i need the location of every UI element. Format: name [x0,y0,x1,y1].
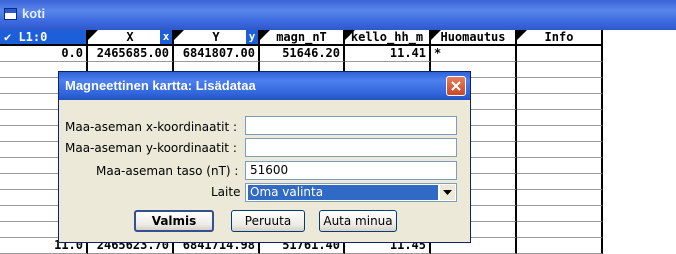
table-cell[interactable]: * [431,46,517,62]
table-cell[interactable]: 0.0 [0,46,88,62]
column-header-label: L1:0 [18,30,48,44]
table-cell[interactable] [517,158,603,174]
column-header-3[interactable]: magn_nT [260,30,345,46]
check-icon: ✔ [4,30,19,44]
table-cell[interactable] [517,222,603,238]
table-cell[interactable] [517,94,603,110]
column-header-label: Huomautus [440,30,506,44]
axis-tag: x [160,30,172,44]
valmis-button[interactable]: Valmis [134,210,214,232]
column-header-2[interactable]: Yy [174,30,260,46]
column-header-1[interactable]: Xx [88,30,174,46]
table-cell[interactable] [517,174,603,190]
device-selected-value: Oma valinta [248,185,438,200]
column-marker-icon [345,30,355,40]
column-header-label: Info [544,30,574,44]
table-cell[interactable]: 51646.20 [260,46,345,62]
column-header-0[interactable]: ✔ L1:0 [0,30,88,46]
table-cell[interactable] [517,110,603,126]
table-cell[interactable] [517,142,603,158]
column-marker-icon [260,30,270,40]
app-icon [4,8,17,20]
table-cell[interactable]: 2465685.00 [88,46,174,62]
x-coordinate-input[interactable] [245,116,457,135]
lisadataa-dialog: Magneettinen kartta: Lisädataa Maa-asema… [58,71,471,243]
column-header-label: kello_hh_m [350,30,424,44]
auta-minua-button[interactable]: Auta minua [319,210,397,232]
peruuta-button[interactable]: Peruuta [231,210,305,232]
station-level-label: Maa-aseman taso (nT) : [96,164,239,178]
window-title: koti [22,6,46,21]
table-cell[interactable] [517,46,603,62]
table-cell[interactable] [517,62,603,78]
column-header-6[interactable]: Info [517,30,603,46]
column-header-label: Y [212,30,220,44]
column-header-label: X [126,30,134,44]
y-coordinate-label: Maa-aseman y-koordinaatit : [65,141,237,155]
table-cell[interactable]: 6841807.00 [174,46,260,62]
dropdown-arrow-button[interactable] [440,185,455,200]
column-marker-icon [431,30,441,40]
station-level-input[interactable]: 51600 [245,161,457,180]
y-coordinate-input[interactable] [245,138,457,157]
dialog-titlebar[interactable]: Magneettinen kartta: Lisädataa [59,72,470,100]
device-select[interactable]: Oma valinta [245,183,457,202]
dialog-title: Magneettinen kartta: Lisädataa [65,78,256,93]
column-marker-icon [517,30,527,40]
column-marker-icon [174,30,184,40]
chevron-down-icon [443,190,452,195]
table-cell[interactable]: 11.41 [345,46,431,62]
table-cell[interactable] [517,126,603,142]
table-cell[interactable] [517,238,603,254]
close-button[interactable] [446,76,466,96]
column-marker-icon [88,30,98,40]
column-header-5[interactable]: Huomautus [431,30,517,46]
window-titlebar[interactable]: koti [0,0,676,30]
table-cell[interactable] [517,190,603,206]
table-cell[interactable] [517,78,603,94]
close-icon [451,81,461,91]
x-coordinate-label: Maa-aseman x-koordinaatit : [65,120,238,134]
column-header-label: magn_nT [276,30,327,44]
column-header-4[interactable]: kello_hh_m [345,30,431,46]
device-label: Laite [211,185,241,199]
axis-tag: y [246,30,258,44]
table-cell[interactable] [517,206,603,222]
